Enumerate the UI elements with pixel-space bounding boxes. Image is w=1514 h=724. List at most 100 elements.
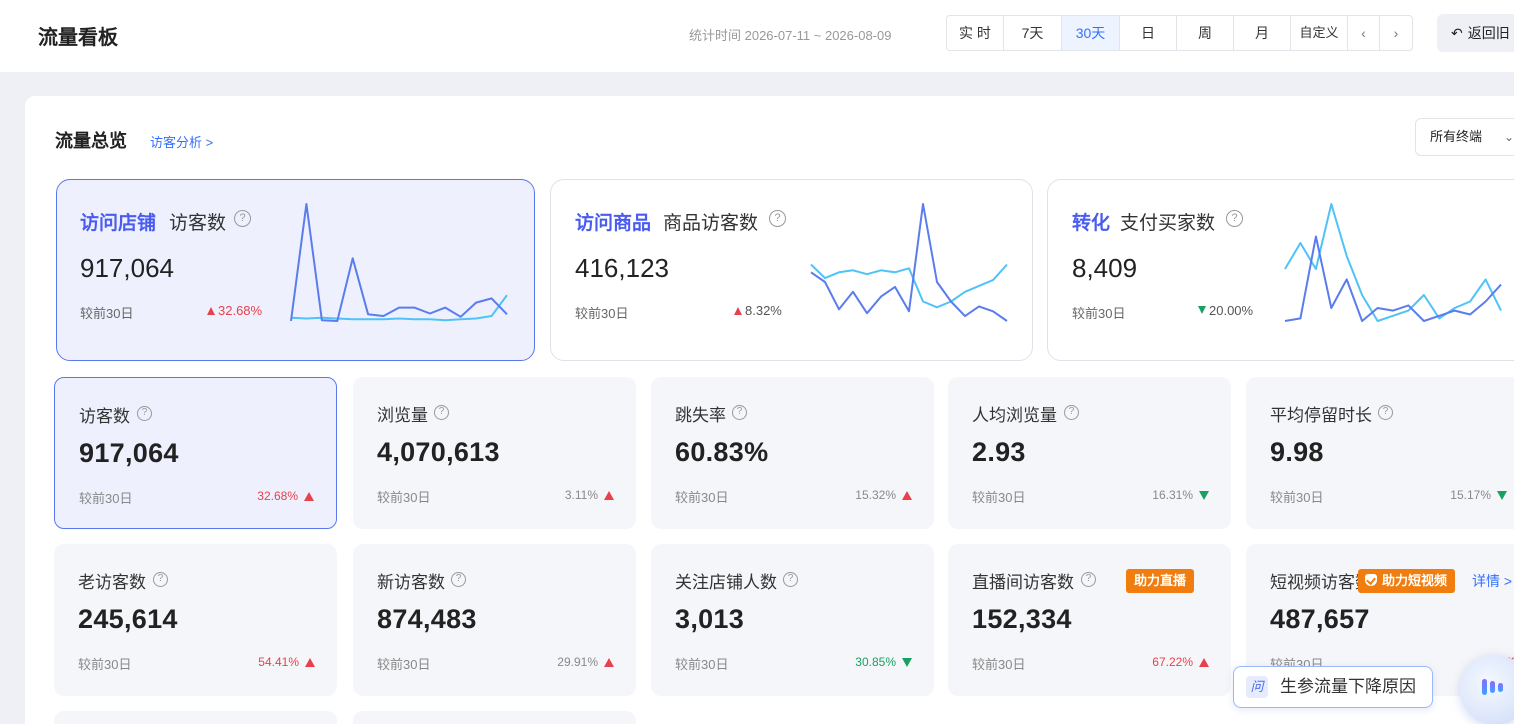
metric-compare: 较前30日 xyxy=(972,657,1026,672)
voice-wave-icon xyxy=(1482,679,1503,695)
range-custom[interactable]: 自定义 xyxy=(1291,16,1348,50)
card-delta: 32.68% xyxy=(207,303,262,318)
range-7d[interactable]: 7天 xyxy=(1004,16,1062,50)
help-icon[interactable]: ? xyxy=(434,405,449,420)
card-value: 8,409 xyxy=(1072,253,1138,283)
metric-card-live-visitors[interactable]: 直播间访客数 ? 助力直播 152,334 较前30日 67.22% xyxy=(948,544,1231,696)
sparkline-chart xyxy=(290,203,508,322)
metric-card-pageviews[interactable]: 浏览量 ? 4,070,613 较前30日 3.11% xyxy=(353,377,636,529)
metric-card-store-followers[interactable]: 关注店铺人数 ? 3,013 较前30日 30.85% xyxy=(651,544,934,696)
metric-value: 3,013 xyxy=(675,604,745,634)
sparkline-series-a xyxy=(810,203,1008,322)
shield-icon xyxy=(1365,574,1377,586)
boost-short-video-badge[interactable]: 助力短视频 xyxy=(1358,569,1456,593)
sparkline-chart xyxy=(810,203,1008,322)
metric-card-bounce-rate[interactable]: 跳失率 ? 60.83% 较前30日 15.32% xyxy=(651,377,934,529)
metric-label: 关注店铺人数 xyxy=(675,573,777,592)
card-compare-label: 较前30日 xyxy=(80,306,134,321)
help-icon[interactable]: ? xyxy=(769,210,786,227)
card-category: 访问店铺 xyxy=(80,213,157,234)
arrow-up-icon xyxy=(902,491,912,500)
question-icon: 问 xyxy=(1246,676,1268,698)
return-icon: ↶ xyxy=(1451,25,1463,41)
metric-label: 老访客数 xyxy=(78,573,146,592)
help-icon[interactable]: ? xyxy=(137,406,152,421)
range-realtime[interactable]: 实 时 xyxy=(947,16,1004,50)
card-value: 917,064 xyxy=(80,253,174,283)
card-compare-label: 较前30日 xyxy=(575,306,629,321)
ask-text: 生参流量下降原因 xyxy=(1280,677,1416,696)
help-icon[interactable]: ? xyxy=(1226,210,1243,227)
arrow-up-icon xyxy=(1199,658,1209,667)
card-metric: 访客数 xyxy=(169,213,227,234)
page-title: 流量看板 xyxy=(38,27,118,49)
metric-card-returning-visitors[interactable]: 老访客数 ? 245,614 较前30日 54.41% xyxy=(54,544,337,696)
back-label: 返回旧 xyxy=(1467,25,1510,41)
metric-change: 15.32% xyxy=(855,488,912,502)
chevron-left-icon: ‹ xyxy=(1361,25,1366,41)
metric-change: 3.11% xyxy=(565,488,614,502)
big-card-conversion[interactable]: 转化 支付买家数 ? 8,409 较前30日 20.00% xyxy=(1047,179,1514,361)
arrow-down-icon xyxy=(902,658,912,667)
metric-label: 人均浏览量 xyxy=(972,406,1057,425)
metric-change: 54.41% xyxy=(258,655,315,669)
arrow-up-icon xyxy=(734,307,742,315)
arrow-up-icon xyxy=(305,658,315,667)
range-month[interactable]: 月 xyxy=(1234,16,1291,50)
metric-card-avg-duration[interactable]: 平均停留时长 ? 9.98 较前30日 15.17% xyxy=(1246,377,1514,529)
metric-label: 平均停留时长 xyxy=(1270,406,1372,425)
chevron-down-icon: ⌄ xyxy=(1504,130,1514,144)
metric-label: 浏览量 xyxy=(377,406,428,425)
big-card-product-visit[interactable]: 访问商品 商品访客数 ? 416,123 较前30日 8.32% xyxy=(550,179,1033,361)
metric-label: 跳失率 xyxy=(675,406,726,425)
metric-change: 30.85% xyxy=(855,655,912,669)
card-metric: 支付买家数 xyxy=(1120,213,1216,234)
help-icon[interactable]: ? xyxy=(783,572,798,587)
metric-card-views-per-visitor[interactable]: 人均浏览量 ? 2.93 较前30日 16.31% xyxy=(948,377,1231,529)
terminal-select[interactable]: 所有终端 ⌄ xyxy=(1415,118,1514,156)
detail-link[interactable]: 详情 > xyxy=(1472,571,1512,591)
visitor-analysis-link[interactable]: 访客分析 > xyxy=(150,132,213,151)
time-range-group: 实 时 7天 30天 日 周 月 自定义 ‹ › xyxy=(946,15,1413,51)
metric-change: 32.68% xyxy=(257,489,314,503)
help-icon[interactable]: ? xyxy=(1064,405,1079,420)
prev-period-button[interactable]: ‹ xyxy=(1348,16,1380,50)
sparkline-series-a xyxy=(1284,235,1502,322)
metric-value: 917,064 xyxy=(79,438,179,468)
big-card-store-visit[interactable]: 访问店铺 访客数 ? 917,064 较前30日 32.68% xyxy=(56,179,535,361)
arrow-up-icon xyxy=(604,658,614,667)
help-icon[interactable]: ? xyxy=(234,210,251,227)
stat-time: 统计时间 2026-07-11 ~ 2026-08-09 xyxy=(689,28,892,43)
help-icon[interactable]: ? xyxy=(451,572,466,587)
help-icon[interactable]: ? xyxy=(732,405,747,420)
arrow-up-icon xyxy=(304,492,314,501)
metric-compare: 较前30日 xyxy=(675,490,729,505)
arrow-down-icon xyxy=(1198,306,1206,314)
sparkline-series-b xyxy=(1284,203,1502,322)
metric-value: 152,334 xyxy=(972,604,1072,634)
back-old-version-button[interactable]: ↶ 返回旧 xyxy=(1437,14,1514,52)
card-value: 416,123 xyxy=(575,253,669,283)
card-delta: 8.32% xyxy=(734,303,782,318)
metric-change: 29.91% xyxy=(557,655,614,669)
next-period-button[interactable]: › xyxy=(1380,16,1412,50)
help-icon[interactable]: ? xyxy=(1081,572,1096,587)
metric-label: 直播间访客数 xyxy=(972,573,1074,592)
boost-live-badge[interactable]: 助力直播 xyxy=(1126,569,1195,593)
range-30d[interactable]: 30天 xyxy=(1062,16,1120,50)
card-delta: 20.00% xyxy=(1198,303,1253,318)
metric-compare: 较前30日 xyxy=(78,657,132,672)
metric-card-visitors[interactable]: 访客数 ? 917,064 较前30日 32.68% xyxy=(54,377,337,529)
metric-label: 新访客数 xyxy=(377,573,445,592)
range-day[interactable]: 日 xyxy=(1120,16,1177,50)
metric-card-new-visitors[interactable]: 新访客数 ? 874,483 较前30日 29.91% xyxy=(353,544,636,696)
range-week[interactable]: 周 xyxy=(1177,16,1234,50)
sparkline-series-b xyxy=(810,263,1008,309)
help-icon[interactable]: ? xyxy=(1378,405,1393,420)
metric-change: 67.22% xyxy=(1152,655,1209,669)
sparkline-series-a xyxy=(290,203,508,322)
metric-compare: 较前30日 xyxy=(377,657,431,672)
help-icon[interactable]: ? xyxy=(153,572,168,587)
metric-value: 4,070,613 xyxy=(377,437,500,467)
ask-assistant-pill[interactable]: 问 生参流量下降原因 xyxy=(1233,666,1433,708)
